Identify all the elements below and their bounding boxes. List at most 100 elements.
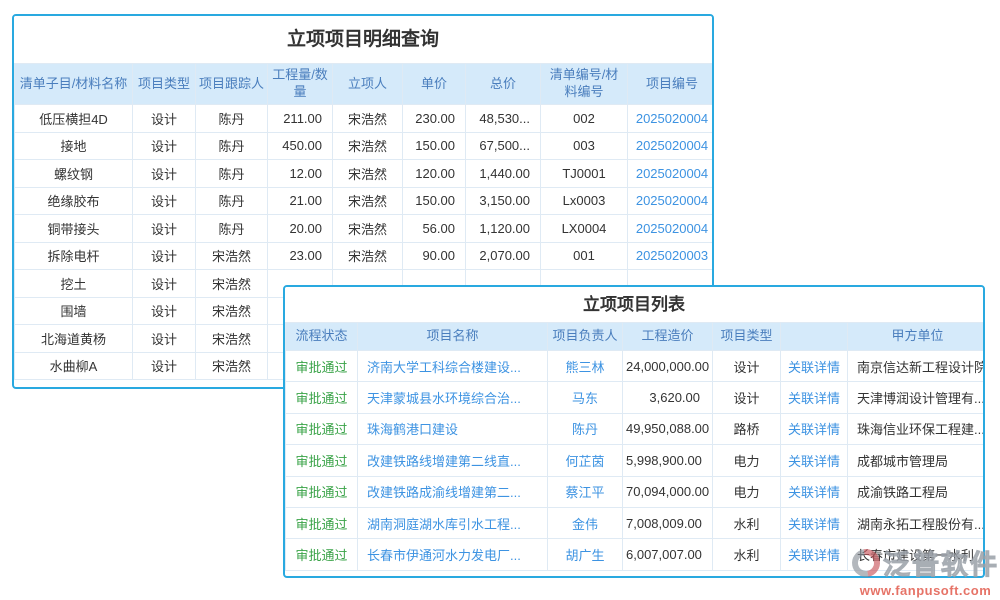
- tracker-cell: 陈丹: [196, 187, 268, 215]
- list-code-cell: 003: [541, 132, 628, 160]
- related-detail-link[interactable]: 关联详情: [788, 548, 840, 563]
- status-badge: 审批通过: [295, 454, 347, 469]
- manager-link[interactable]: 马东: [572, 391, 598, 406]
- type-cell: 路桥: [713, 413, 781, 444]
- initiator-cell: 宋浩然: [333, 187, 403, 215]
- tracker-cell: 宋浩然: [196, 270, 268, 298]
- project-list-row[interactable]: 审批通过 改建铁路线增建第二线直... 何芷茵 5,998,900.00 电力 …: [286, 445, 986, 476]
- cost-cell: 49,950,088.00: [623, 413, 713, 444]
- manager-cell: 马东: [548, 382, 623, 413]
- project-type-cell: 设计: [133, 187, 196, 215]
- related-detail-link[interactable]: 关联详情: [788, 422, 840, 437]
- project-list-row[interactable]: 审批通过 湖南洞庭湖水库引水工程... 金伟 7,008,009.00 水利 关…: [286, 507, 986, 538]
- project-number-link[interactable]: 2025020004: [636, 221, 708, 236]
- related-detail-link[interactable]: 关联详情: [788, 391, 840, 406]
- status-badge: 审批通过: [295, 422, 347, 437]
- detail-table-row[interactable]: 拆除电杆 设计 宋浩然 23.00 宋浩然 90.00 2,070.00 001…: [15, 242, 715, 270]
- project-type-cell: 设计: [133, 352, 196, 380]
- initiator-cell: 宋浩然: [333, 105, 403, 133]
- manager-link[interactable]: 胡广生: [565, 548, 604, 563]
- tracker-cell: 宋浩然: [196, 242, 268, 270]
- type-cell: 设计: [713, 351, 781, 382]
- project-number-link[interactable]: 2025020003: [636, 248, 708, 263]
- manager-link[interactable]: 金伟: [572, 517, 598, 532]
- tracker-cell: 陈丹: [196, 105, 268, 133]
- cost-cell: 5,998,900.00: [623, 445, 713, 476]
- project-list-row[interactable]: 审批通过 改建铁路成渝线增建第二... 蔡江平 70,094,000.00 电力…: [286, 476, 986, 507]
- detail-table-row[interactable]: 螺纹钢 设计 陈丹 12.00 宋浩然 120.00 1,440.00 TJ00…: [15, 160, 715, 188]
- project-list-row[interactable]: 审批通过 珠海鹤港口建设 陈丹 49,950,088.00 路桥 关联详情 珠海…: [286, 413, 986, 444]
- project-number-cell: 2025020004: [628, 215, 715, 243]
- status-cell: 审批通过: [286, 507, 358, 538]
- detail-column-header: 清单编号/材料编号: [541, 64, 628, 105]
- material-name-cell: 北海道黄杨: [15, 325, 133, 353]
- manager-link[interactable]: 蔡江平: [565, 485, 604, 500]
- detail-table-row[interactable]: 铜带接头 设计 陈丹 20.00 宋浩然 56.00 1,120.00 LX00…: [15, 215, 715, 243]
- project-name-link[interactable]: 改建铁路成渝线增建第二...: [367, 485, 521, 500]
- status-cell: 审批通过: [286, 382, 358, 413]
- detail-table-row[interactable]: 低压横担4D 设计 陈丹 211.00 宋浩然 230.00 48,530...…: [15, 105, 715, 133]
- project-name-cell: 长春市伊通河水力发电厂...: [358, 539, 548, 570]
- client-cell: 天津博润设计管理有...: [848, 382, 986, 413]
- client-cell: 成渝铁路工程局: [848, 476, 986, 507]
- project-number-cell: 2025020004: [628, 160, 715, 188]
- project-number-cell: 2025020003: [628, 242, 715, 270]
- quantity-cell: 450.00: [268, 132, 333, 160]
- list-column-header: 工程造价: [623, 323, 713, 351]
- total-price-cell: 67,500...: [466, 132, 541, 160]
- detail-column-header: 清单子目/材料名称: [15, 64, 133, 105]
- cost-cell: 24,000,000.00: [623, 351, 713, 382]
- project-list-row[interactable]: 审批通过 天津蒙城县水环境综合治... 马东 3,620.00 设计 关联详情 …: [286, 382, 986, 413]
- type-cell: 设计: [713, 382, 781, 413]
- list-code-cell: TJ0001: [541, 160, 628, 188]
- related-detail-link[interactable]: 关联详情: [788, 517, 840, 532]
- project-name-link[interactable]: 济南大学工科综合楼建设...: [367, 360, 521, 375]
- total-price-cell: 48,530...: [466, 105, 541, 133]
- unit-price-cell: 56.00: [403, 215, 466, 243]
- related-detail-link[interactable]: 关联详情: [788, 360, 840, 375]
- related-detail-link[interactable]: 关联详情: [788, 485, 840, 500]
- project-name-link[interactable]: 改建铁路线增建第二线直...: [367, 454, 521, 469]
- detail-link-cell: 关联详情: [781, 382, 848, 413]
- manager-link[interactable]: 陈丹: [572, 422, 598, 437]
- detail-table-row[interactable]: 绝缘胶布 设计 陈丹 21.00 宋浩然 150.00 3,150.00 Lx0…: [15, 187, 715, 215]
- project-number-link[interactable]: 2025020004: [636, 166, 708, 181]
- detail-table-row[interactable]: 接地 设计 陈丹 450.00 宋浩然 150.00 67,500... 003…: [15, 132, 715, 160]
- project-name-link[interactable]: 湖南洞庭湖水库引水工程...: [367, 517, 521, 532]
- list-column-header: 甲方单位: [848, 323, 986, 351]
- related-detail-link[interactable]: 关联详情: [788, 454, 840, 469]
- manager-cell: 胡广生: [548, 539, 623, 570]
- manager-cell: 陈丹: [548, 413, 623, 444]
- project-number-link[interactable]: 2025020004: [636, 193, 708, 208]
- list-column-header: 项目负责人: [548, 323, 623, 351]
- unit-price-cell: 120.00: [403, 160, 466, 188]
- status-cell: 审批通过: [286, 351, 358, 382]
- project-list-row[interactable]: 审批通过 长春市伊通河水力发电厂... 胡广生 6,007,007.00 水利 …: [286, 539, 986, 570]
- detail-link-cell: 关联详情: [781, 445, 848, 476]
- quantity-cell: 21.00: [268, 187, 333, 215]
- status-badge: 审批通过: [295, 548, 347, 563]
- manager-link[interactable]: 熊三林: [565, 360, 604, 375]
- project-name-cell: 济南大学工科综合楼建设...: [358, 351, 548, 382]
- project-type-cell: 设计: [133, 297, 196, 325]
- status-badge: 审批通过: [295, 485, 347, 500]
- material-name-cell: 螺纹钢: [15, 160, 133, 188]
- detail-column-header: 项目类型: [133, 64, 196, 105]
- material-name-cell: 低压横担4D: [15, 105, 133, 133]
- project-number-link[interactable]: 2025020004: [636, 111, 708, 126]
- cost-cell: 70,094,000.00: [623, 476, 713, 507]
- cost-cell: 7,008,009.00: [623, 507, 713, 538]
- type-cell: 水利: [713, 539, 781, 570]
- project-number-cell: 2025020004: [628, 105, 715, 133]
- quantity-cell: 211.00: [268, 105, 333, 133]
- manager-link[interactable]: 何芷茵: [565, 454, 604, 469]
- project-name-link[interactable]: 天津蒙城县水环境综合治...: [367, 391, 521, 406]
- project-name-link[interactable]: 长春市伊通河水力发电厂...: [367, 548, 521, 563]
- project-number-link[interactable]: 2025020004: [636, 138, 708, 153]
- status-cell: 审批通过: [286, 445, 358, 476]
- project-list-row[interactable]: 审批通过 济南大学工科综合楼建设... 熊三林 24,000,000.00 设计…: [286, 351, 986, 382]
- project-name-link[interactable]: 珠海鹤港口建设: [367, 422, 458, 437]
- project-type-cell: 设计: [133, 270, 196, 298]
- watermark-url-text: www.fanpusoft.com: [852, 583, 999, 598]
- tracker-cell: 陈丹: [196, 132, 268, 160]
